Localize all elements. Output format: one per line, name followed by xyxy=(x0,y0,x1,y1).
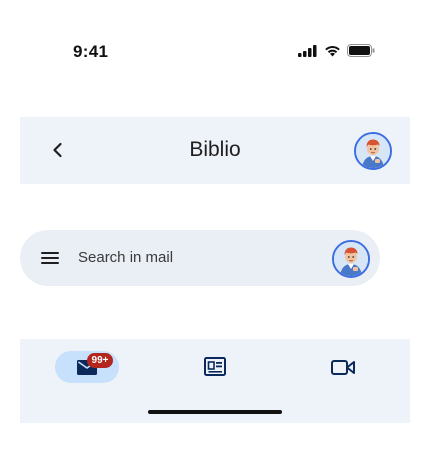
home-indicator[interactable] xyxy=(148,410,282,414)
phone-screen: 9:41 Biblio Search in mail 99+ xyxy=(0,0,432,453)
account-avatar[interactable] xyxy=(332,240,370,278)
hamburger-menu-icon xyxy=(41,252,59,264)
page-title: Biblio xyxy=(189,138,241,161)
avatar-illustration xyxy=(356,134,390,168)
bottom-navigation: 99+ xyxy=(20,339,410,423)
unread-badge: 99+ xyxy=(87,353,113,368)
wifi-icon xyxy=(325,45,340,56)
cellular-signal-icon xyxy=(298,44,317,57)
avatar-illustration xyxy=(334,242,368,276)
search-input[interactable]: Search in mail xyxy=(78,249,173,266)
news-icon[interactable] xyxy=(203,356,227,378)
search-bar[interactable]: Search in mail xyxy=(20,230,380,286)
status-icons xyxy=(298,44,375,57)
video-icon[interactable] xyxy=(330,357,356,377)
menu-button[interactable] xyxy=(38,246,62,270)
account-avatar[interactable] xyxy=(354,132,392,170)
battery-icon xyxy=(347,44,375,57)
top-app-bar: Biblio xyxy=(20,117,410,184)
status-time: 9:41 xyxy=(73,42,109,61)
